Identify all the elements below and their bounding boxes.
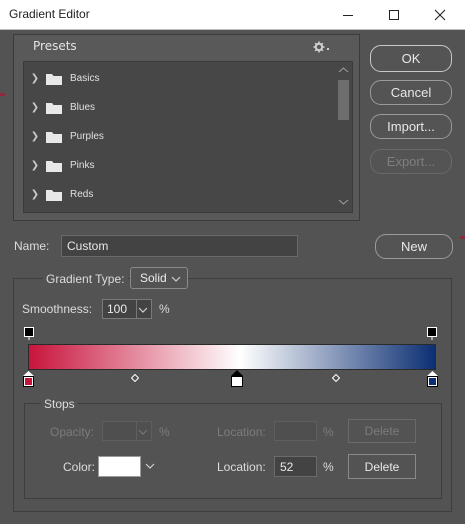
preset-folder-label: Basics: [70, 73, 100, 84]
cancel-button[interactable]: Cancel: [370, 80, 452, 105]
color-location-label: Location:: [217, 460, 266, 474]
chevron-right-icon[interactable]: ❯: [24, 102, 46, 113]
scroll-down-icon: [338, 199, 349, 205]
gradient-type-select[interactable]: Solid: [130, 267, 188, 289]
opacity-location-label: Location:: [217, 425, 266, 439]
maximize-icon: [389, 9, 399, 20]
opacity-input[interactable]: [102, 421, 152, 441]
opacity-stop-left[interactable]: [24, 327, 34, 340]
presets-scrollbar[interactable]: [335, 62, 352, 212]
title-bar: Gradient Editor: [0, 0, 465, 30]
preset-folder-label: Pinks: [70, 160, 95, 171]
gradient-preview-bar[interactable]: [28, 344, 436, 370]
presets-title: Presets: [33, 39, 77, 53]
opacity-location-input[interactable]: [274, 421, 317, 441]
presets-list: ❯ Basics ❯ Blues ❯ Purples ❯ Pinks ❯ Red…: [23, 61, 353, 213]
opacity-divider: [136, 422, 137, 440]
background-accent-left: [0, 93, 5, 96]
folder-icon: [46, 189, 62, 201]
name-label: Name:: [14, 239, 50, 253]
chevron-right-icon[interactable]: ❯: [24, 73, 46, 84]
chevron-right-icon[interactable]: ❯: [24, 160, 46, 171]
preset-folder-basics[interactable]: ❯ Basics: [24, 64, 336, 93]
scroll-up-icon: [338, 67, 349, 73]
color-delete-button[interactable]: Delete: [348, 454, 416, 479]
export-button[interactable]: Export...: [370, 149, 452, 174]
smoothness-input[interactable]: 100: [102, 299, 152, 319]
folder-icon: [46, 131, 62, 143]
chevron-right-icon[interactable]: ❯: [24, 131, 46, 142]
opacity-location-unit: %: [323, 425, 334, 439]
smoothness-value: 100: [107, 302, 128, 316]
color-stop-middle-selected[interactable]: [231, 370, 243, 387]
color-location-input[interactable]: 52: [274, 456, 317, 477]
import-button[interactable]: Import...: [370, 114, 452, 139]
chevron-down-icon[interactable]: [145, 462, 155, 470]
ok-button[interactable]: OK: [370, 45, 452, 72]
stops-title: Stops: [41, 397, 78, 411]
close-icon: [434, 9, 446, 20]
chevron-right-icon[interactable]: ❯: [24, 189, 46, 200]
maximize-button[interactable]: [371, 0, 417, 29]
chevron-down-icon[interactable]: [138, 428, 148, 436]
folder-icon: [46, 160, 62, 172]
scrollbar-thumb: [338, 80, 349, 120]
preset-folder-purples[interactable]: ❯ Purples: [24, 122, 336, 151]
background-accent-right: [460, 236, 465, 239]
opacity-label: Opacity:: [50, 425, 95, 439]
color-midpoint-left[interactable]: [130, 371, 140, 383]
preset-folder-label: Purples: [70, 131, 104, 142]
chevron-down-icon: [171, 276, 181, 282]
smoothness-unit: %: [159, 302, 170, 316]
preset-folder-label: Reds: [70, 189, 94, 200]
color-midpoint-right[interactable]: [331, 371, 341, 383]
gradient-type-value: Solid: [140, 271, 167, 285]
color-stop-left[interactable]: [23, 371, 34, 387]
gradient-type-label: Gradient Type:: [43, 272, 128, 286]
gear-icon: [313, 41, 329, 53]
preset-folder-pinks[interactable]: ❯ Pinks: [24, 151, 336, 180]
name-input[interactable]: Custom: [61, 235, 298, 257]
preset-folder-label: Blues: [70, 102, 96, 113]
preset-folder-blues[interactable]: ❯ Blues: [24, 93, 336, 122]
color-stop-right[interactable]: [427, 371, 438, 387]
window-title: Gradient Editor: [9, 7, 90, 21]
opacity-delete-button[interactable]: Delete: [348, 419, 416, 443]
folder-icon: [46, 73, 62, 85]
scrollbar-track: [338, 67, 349, 205]
presets-settings-button[interactable]: [313, 40, 331, 54]
smoothness-divider: [136, 300, 137, 318]
new-button[interactable]: New: [375, 234, 453, 259]
minimize-icon: [343, 14, 353, 16]
folder-icon: [46, 102, 62, 114]
color-label: Color:: [63, 460, 96, 474]
chevron-down-icon[interactable]: [138, 306, 148, 314]
close-button[interactable]: [417, 0, 463, 29]
opacity-stop-right[interactable]: [427, 327, 437, 340]
smoothness-label: Smoothness:: [22, 302, 93, 316]
color-location-unit: %: [323, 460, 334, 474]
stops-group: [24, 403, 442, 499]
preset-folder-reds[interactable]: ❯ Reds: [24, 180, 336, 209]
color-swatch[interactable]: [98, 456, 141, 477]
minimize-button[interactable]: [325, 0, 371, 29]
opacity-unit: %: [159, 425, 170, 439]
